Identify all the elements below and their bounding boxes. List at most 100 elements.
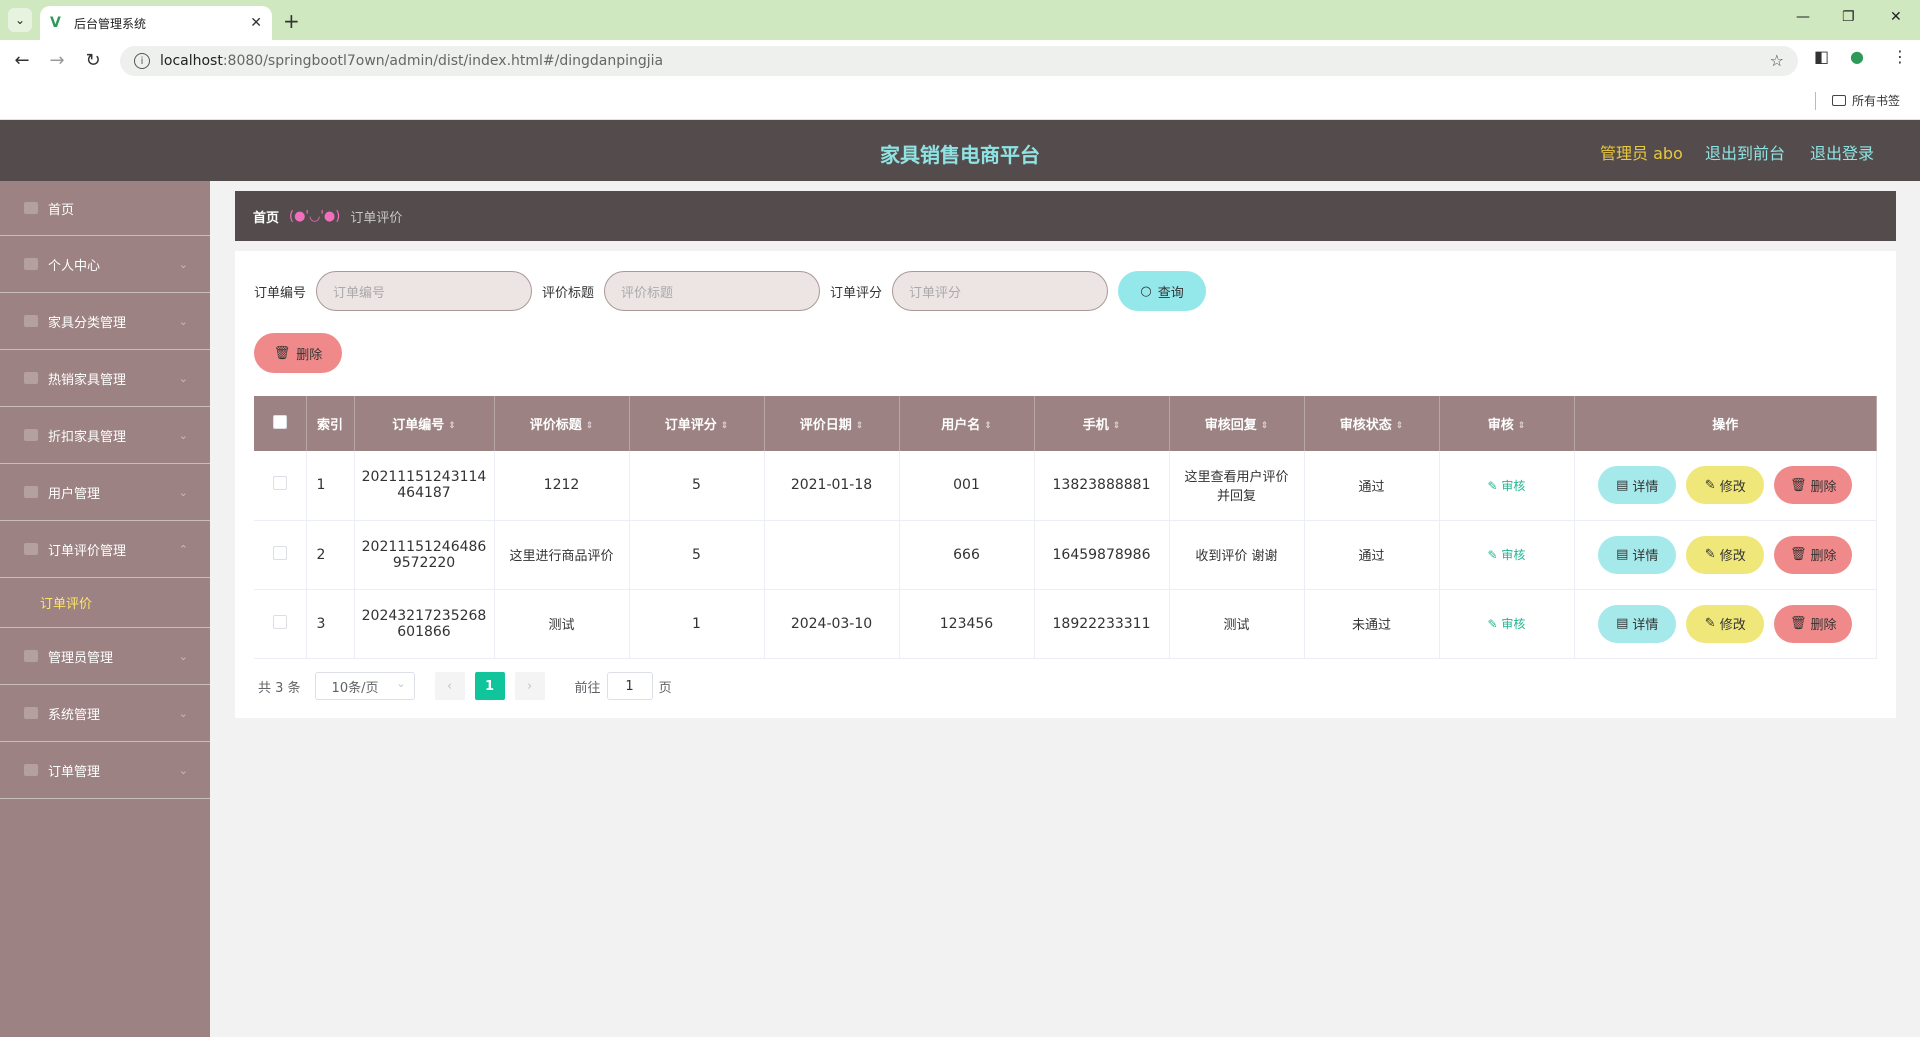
- search-form: 订单编号 订单编号 评价标题 评价标题 订单评分 订单评分 ○ 查询: [254, 271, 1207, 311]
- order-no-input[interactable]: 订单编号: [316, 271, 533, 311]
- review-title-input[interactable]: 评价标题: [604, 271, 821, 311]
- audit-link[interactable]: ✎ 审核: [1488, 479, 1526, 493]
- cell-title: 1212: [494, 451, 630, 521]
- detail-button[interactable]: ▤ 详情: [1598, 535, 1677, 574]
- col-phone[interactable]: 手机 ⇕: [1034, 396, 1170, 451]
- trash-icon: 🗑: [1789, 547, 1807, 562]
- col-order-no[interactable]: 订单编号 ⇕: [354, 396, 495, 451]
- next-page-button[interactable]: ›: [514, 672, 545, 700]
- browser-tab[interactable]: V 后台管理系统 ✕: [40, 6, 272, 40]
- col-title[interactable]: 评价标题 ⇕: [494, 396, 630, 451]
- profile-avatar-icon[interactable]: ●: [1850, 47, 1864, 66]
- sidebar-item-personal-center[interactable]: 个人中心 ⌄: [0, 236, 210, 293]
- row-delete-button[interactable]: 🗑 删除: [1774, 604, 1853, 643]
- sidebar-item-label: 用户管理: [48, 486, 101, 502]
- sort-icon[interactable]: ⇕: [448, 421, 456, 430]
- tab-close-icon[interactable]: ✕: [250, 15, 262, 31]
- sidebar-item-label: 订单评价管理: [48, 543, 127, 559]
- col-label: 评价日期: [799, 418, 852, 433]
- order-score-input[interactable]: 订单评分: [892, 271, 1109, 311]
- audit-link[interactable]: ✎ 审核: [1488, 548, 1526, 562]
- col-audit[interactable]: 审核 ⇕: [1439, 396, 1575, 451]
- minimize-icon[interactable]: —: [1796, 9, 1810, 25]
- col-score[interactable]: 订单评分 ⇕: [629, 396, 765, 451]
- forward-icon[interactable]: →: [45, 50, 69, 71]
- sort-icon[interactable]: ⇕: [1396, 421, 1404, 430]
- all-bookmarks-button[interactable]: 所有书签: [1832, 92, 1900, 109]
- back-icon[interactable]: ←: [10, 50, 34, 71]
- audit-link[interactable]: ✎ 审核: [1488, 617, 1526, 631]
- select-all-header[interactable]: [254, 396, 307, 451]
- tab-search-dropdown-icon[interactable]: ⌄: [8, 8, 32, 32]
- sort-icon[interactable]: ⇕: [1261, 421, 1269, 430]
- cell-line: 20243217235268: [361, 607, 487, 624]
- table-row: 2 20211151246486 9572220 这里进行商品评价 5 666 1…: [254, 520, 1877, 590]
- select-all-checkbox[interactable]: [272, 414, 287, 429]
- sort-icon[interactable]: ⇕: [1113, 421, 1121, 430]
- goto-page-input[interactable]: 1: [606, 672, 653, 700]
- bookmark-star-icon[interactable]: ☆: [1770, 51, 1784, 70]
- sort-icon[interactable]: ⇕: [984, 421, 992, 430]
- sidebar-item-category[interactable]: 家具分类管理 ⌄: [0, 293, 210, 350]
- prev-page-button[interactable]: ‹: [434, 672, 465, 700]
- sidebar-subitem-order-review[interactable]: 订单评价: [0, 578, 210, 628]
- browser-menu-icon[interactable]: ⋮: [1892, 47, 1908, 66]
- edit-button[interactable]: ✎ 修改: [1686, 535, 1765, 574]
- cell-line: 20211151243114: [361, 469, 487, 486]
- sidebar-item-label: 系统管理: [48, 707, 101, 723]
- row-delete-button[interactable]: 🗑 删除: [1774, 466, 1853, 505]
- delete-label: 删除: [1810, 549, 1837, 564]
- col-username[interactable]: 用户名 ⇕: [899, 396, 1035, 451]
- sidebar-item-discount-furniture[interactable]: 折扣家具管理 ⌄: [0, 407, 210, 464]
- new-tab-icon[interactable]: +: [283, 9, 300, 33]
- cell-actions: ▤ 详情 ✎ 修改 🗑 删除: [1574, 589, 1877, 659]
- edit-button[interactable]: ✎ 修改: [1686, 604, 1765, 643]
- col-date[interactable]: 评价日期 ⇕: [764, 396, 900, 451]
- table-header-row: 索引 订单编号 ⇕ 评价标题 ⇕ 订单评分 ⇕ 评价日期 ⇕ 用户名 ⇕ 手机 ⇕ 审核回复…: [254, 396, 1877, 451]
- row-checkbox[interactable]: [272, 476, 287, 491]
- reload-icon[interactable]: ↻: [81, 50, 105, 71]
- row-checkbox[interactable]: [272, 614, 287, 629]
- sidebar-item-system[interactable]: 系统管理 ⌄: [0, 685, 210, 742]
- row-checkbox[interactable]: [272, 545, 287, 560]
- url-path: :8080/springbootl7own/admin/dist/index.h…: [222, 53, 664, 69]
- sidebar-item-order-reviews[interactable]: 订单评价管理 ⌃: [0, 521, 210, 578]
- edit-button[interactable]: ✎ 修改: [1686, 466, 1765, 505]
- query-button[interactable]: ○ 查询: [1118, 271, 1207, 311]
- side-panel-icon[interactable]: ◧: [1814, 47, 1829, 66]
- page-number-current[interactable]: 1: [474, 672, 505, 700]
- sidebar-item-hot-furniture[interactable]: 热销家具管理 ⌄: [0, 350, 210, 407]
- col-label: 订单编号: [392, 418, 445, 433]
- cell-order-no: 20211151243114 464187: [354, 451, 495, 521]
- search-icon: ○: [1140, 283, 1152, 299]
- cell-date: 2021-01-18: [764, 451, 900, 521]
- window-close-icon[interactable]: ✕: [1890, 9, 1902, 25]
- users-icon: [24, 486, 38, 498]
- sort-icon[interactable]: ⇕: [586, 421, 594, 430]
- detail-button[interactable]: ▤ 详情: [1598, 466, 1677, 505]
- col-status[interactable]: 审核状态 ⇕: [1304, 396, 1440, 451]
- page-size-select[interactable]: 10条/页 ⌄: [314, 672, 415, 700]
- list-icon: [24, 543, 38, 555]
- cell-reply: 这里查看用户评价 并回复: [1169, 451, 1305, 521]
- col-reply[interactable]: 审核回复 ⇕: [1169, 396, 1305, 451]
- detail-button[interactable]: ▤ 详情: [1598, 604, 1677, 643]
- sidebar-item-admins[interactable]: 管理员管理 ⌄: [0, 628, 210, 685]
- cell-line: 收到评价 谢谢: [1195, 549, 1278, 564]
- row-delete-button[interactable]: 🗑 删除: [1774, 535, 1853, 574]
- restore-icon[interactable]: ❐: [1842, 9, 1855, 25]
- vue-favicon-icon: V: [50, 15, 61, 31]
- sort-icon[interactable]: ⇕: [721, 421, 729, 430]
- sort-icon[interactable]: ⇕: [1518, 421, 1526, 430]
- sidebar-item-home[interactable]: 首页: [0, 181, 210, 236]
- url-field[interactable]: i localhost:8080/springbootl7own/admin/d…: [120, 46, 1798, 76]
- logout-link[interactable]: 退出登录: [1810, 140, 1874, 164]
- back-to-front-link[interactable]: 退出到前台: [1705, 140, 1785, 164]
- document-icon: ▤: [1616, 616, 1629, 631]
- breadcrumb-home[interactable]: 首页: [253, 207, 279, 226]
- site-info-icon[interactable]: i: [134, 53, 150, 69]
- sidebar-item-users[interactable]: 用户管理 ⌄: [0, 464, 210, 521]
- sort-icon[interactable]: ⇕: [856, 421, 864, 430]
- sidebar-item-orders[interactable]: 订单管理 ⌄: [0, 742, 210, 799]
- batch-delete-button[interactable]: 🗑 删除: [254, 333, 342, 373]
